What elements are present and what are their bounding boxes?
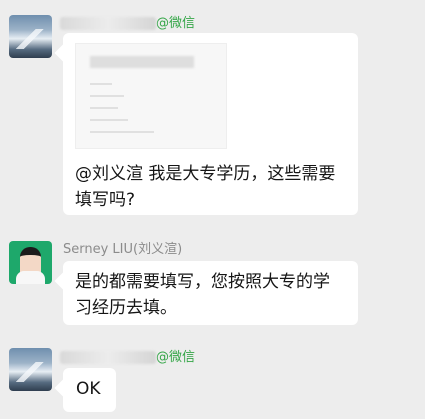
- blurred-name: [60, 17, 156, 30]
- message-bubble[interactable]: 是的都需要填写，您按照大专的学习经历去填。: [63, 261, 358, 325]
- chat-message-3: @微信 OK: [0, 340, 425, 419]
- image-attachment[interactable]: [75, 43, 227, 149]
- sender-avatar[interactable]: [9, 15, 52, 58]
- avatar-body: [16, 271, 45, 284]
- blurred-name: [60, 351, 156, 364]
- chat-message-1: @微信 @刘义渲 我是大专学历，这些需要填写吗?: [0, 0, 425, 230]
- wechat-tag: @微信: [156, 350, 196, 365]
- sender-avatar[interactable]: [9, 348, 52, 391]
- sender-name: Serney LIU(刘义渲): [63, 242, 183, 257]
- message-text: 是的都需要填写，您按照大专的学习经历去填。: [75, 272, 330, 318]
- message-text: OK: [76, 379, 101, 399]
- sender-name: @微信: [60, 346, 195, 365]
- chat-message-2: Serney LIU(刘义渲) 是的都需要填写，您按照大专的学习经历去填。: [0, 237, 425, 329]
- message-text: @刘义渲 我是大专学历，这些需要填写吗?: [75, 164, 336, 210]
- message-bubble[interactable]: OK: [63, 368, 116, 412]
- wechat-tag: @微信: [156, 16, 196, 31]
- sender-avatar[interactable]: [9, 241, 52, 284]
- sender-name: @微信: [60, 12, 195, 31]
- message-bubble[interactable]: @刘义渲 我是大专学历，这些需要填写吗?: [63, 33, 358, 215]
